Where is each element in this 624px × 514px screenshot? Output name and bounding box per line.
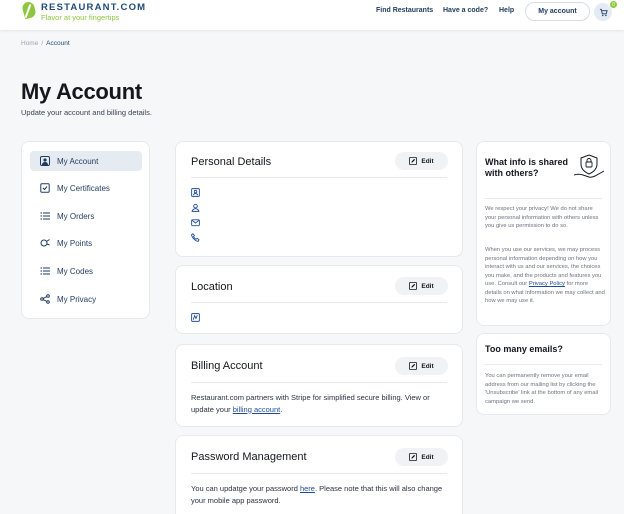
breadcrumb-home[interactable]: Home (21, 40, 38, 47)
cart-count-badge: 0 (610, 1, 617, 8)
location-title: Location (191, 281, 233, 293)
sidebar-item-my-account[interactable]: My Account (30, 151, 142, 171)
too-many-emails-card: Too many emails? You can permanently rem… (476, 333, 611, 415)
privacy-policy-link[interactable]: Privacy Policy (529, 281, 565, 287)
too-many-emails-text: You can permanently remove your email ad… (485, 373, 599, 405)
user-circle-icon (191, 203, 200, 212)
info-shared-paragraph-1: We respect your privacy! We do not share… (485, 206, 599, 229)
points-icon (40, 238, 50, 248)
page-subtitle: Update your account and billing details. (21, 108, 152, 117)
billing-text-end: . (280, 404, 283, 414)
password-management-card: Password Management Edit You can updatge… (175, 435, 463, 514)
nav-have-a-code[interactable]: Have a code? (443, 7, 488, 14)
billing-description: Restaurant.com partners with Stripe for … (191, 392, 449, 415)
leaf-logo-icon (21, 0, 37, 20)
edit-label: Edit (421, 282, 434, 290)
privacy-shield-hand-icon (573, 154, 605, 178)
personal-details-title: Personal Details (191, 156, 272, 168)
nav-find-restaurants[interactable]: Find Restaurants (376, 7, 433, 14)
sidebar-item-my-privacy[interactable]: My Privacy (30, 289, 142, 309)
account-sidebar: My Account My Certificates My Orders My … (21, 141, 150, 319)
share-icon (40, 294, 50, 304)
divider (485, 198, 602, 199)
divider (191, 302, 447, 303)
edit-personal-button[interactable]: Edit (395, 152, 448, 170)
list-icon (40, 211, 50, 221)
info-shared-paragraph-2: When you use our services, we may proces… (485, 246, 605, 306)
sidebar-item-label: My Account (57, 156, 99, 166)
edit-billing-button[interactable]: Edit (395, 357, 448, 375)
divider (191, 473, 447, 474)
user-icon (40, 156, 50, 166)
personal-details-card: Personal Details Edit (175, 141, 463, 257)
sidebar-item-my-orders[interactable]: My Orders (30, 206, 142, 226)
edit-label: Edit (421, 362, 434, 370)
divider (191, 382, 447, 383)
top-header: RESTAURANT.COM Flavor at your fingertips… (0, 0, 624, 30)
logo-tagline: Flavor at your fingertips (41, 13, 120, 22)
sidebar-item-label: My Privacy (57, 294, 97, 304)
restaurant-logo[interactable]: RESTAURANT.COM Flavor at your fingertips (21, 0, 147, 22)
password-management-title: Password Management (191, 451, 307, 463)
id-card-icon (191, 188, 200, 197)
sidebar-item-label: My Certificates (57, 183, 110, 193)
billing-text: Restaurant.com partners with Stripe for … (191, 393, 430, 414)
mail-icon (191, 219, 200, 227)
edit-label: Edit (421, 157, 434, 165)
nav-help[interactable]: Help (499, 7, 514, 14)
list-icon (40, 266, 50, 276)
location-card: Location Edit (175, 265, 463, 334)
password-description: You can updatge your password here. Plea… (191, 483, 453, 506)
sidebar-item-my-certificates[interactable]: My Certificates (30, 178, 142, 198)
divider (191, 177, 447, 178)
too-many-emails-title: Too many emails? (485, 344, 563, 354)
breadcrumb: Home / Account (21, 40, 70, 47)
sidebar-item-label: My Codes (57, 266, 94, 276)
billing-account-card: Billing Account Edit Restaurant.com part… (175, 344, 463, 427)
phone-icon (191, 233, 200, 242)
certificate-icon (40, 183, 50, 193)
sidebar-item-label: My Orders (57, 211, 95, 221)
breadcrumb-separator: / (41, 40, 44, 47)
my-account-button[interactable]: My account (525, 2, 590, 21)
sidebar-item-my-codes[interactable]: My Codes (30, 261, 142, 281)
edit-location-button[interactable]: Edit (395, 277, 448, 295)
sidebar-item-my-points[interactable]: My Points (30, 233, 142, 253)
map-icon (191, 313, 200, 322)
pencil-icon (409, 453, 418, 461)
page-title: My Account (21, 79, 142, 104)
cart-icon (599, 8, 608, 16)
billing-account-title: Billing Account (191, 360, 263, 372)
divider (485, 364, 602, 365)
sidebar-item-label: My Points (57, 238, 93, 248)
pencil-icon (409, 362, 418, 370)
logo-name: RESTAURANT.COM (41, 2, 147, 13)
edit-password-button[interactable]: Edit (395, 448, 448, 466)
password-text: You can updatge your password (191, 484, 300, 493)
pencil-icon (409, 157, 418, 165)
info-shared-card: What info is shared with others? We resp… (476, 141, 611, 326)
pencil-icon (409, 282, 418, 290)
edit-label: Edit (421, 453, 434, 461)
billing-account-link[interactable]: billing account (233, 405, 281, 414)
breadcrumb-current: Account (46, 40, 70, 47)
password-here-link[interactable]: here (300, 484, 315, 493)
info-shared-title: What info is shared with others? (485, 157, 569, 178)
